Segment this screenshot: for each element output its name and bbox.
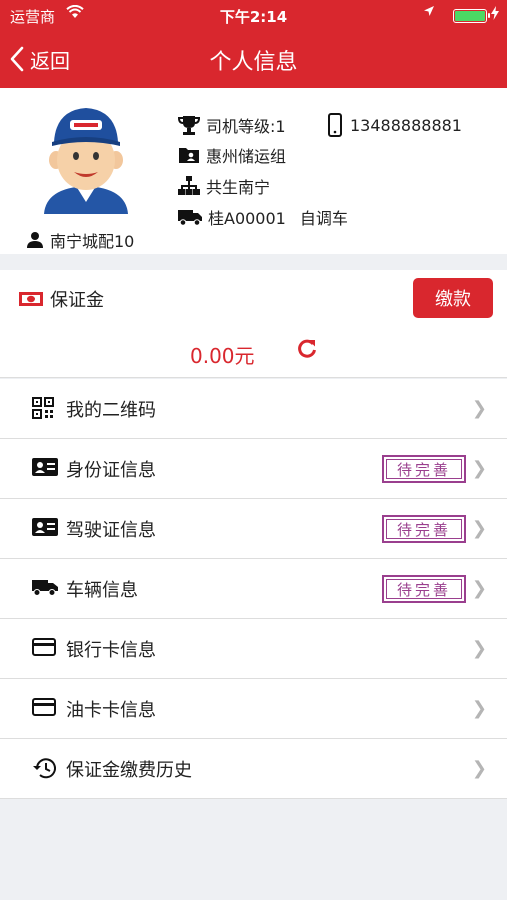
license-icon xyxy=(32,517,58,541)
money-icon xyxy=(19,292,43,306)
status-bar: 运营商 下午2:14 xyxy=(0,0,507,30)
deposit-title-label: 保证金 xyxy=(50,290,104,311)
menu-item-label: 银行卡信息 xyxy=(66,639,156,661)
chevron-right-icon: ❯ xyxy=(471,458,487,479)
phone-number-label: 13488888881 xyxy=(350,115,462,135)
menu-item-label: 车辆信息 xyxy=(66,579,138,601)
deposit-amount: 0.00元 xyxy=(190,344,255,368)
chevron-right-icon: ❯ xyxy=(471,518,487,539)
group-name: 惠州储运组 xyxy=(178,143,286,167)
profile-card: 南宁城配10 司机等级:1 13488888881 惠州储运组 共生南宁 桂A0… xyxy=(0,88,507,254)
truck-icon xyxy=(178,210,202,226)
menu-item-driver-license[interactable]: 驾驶证信息 待完善 ❯ xyxy=(0,499,507,559)
status-badge: 待完善 xyxy=(382,455,466,483)
chevron-right-icon: ❯ xyxy=(471,638,487,659)
location-arrow-icon xyxy=(423,5,435,21)
menu-list: 我的二维码 ❯ 身份证信息 待完善 ❯ 驾驶证信息 待完善 ❯ 车辆信息 待完善… xyxy=(0,379,507,799)
pay-button[interactable]: 缴款 xyxy=(413,278,493,318)
qrcode-icon xyxy=(32,397,56,421)
plate-label: 桂A00001 xyxy=(208,209,286,228)
chevron-right-icon: ❯ xyxy=(471,578,487,599)
status-badge: 待完善 xyxy=(382,575,466,603)
chevron-right-icon: ❯ xyxy=(471,758,487,779)
top-bar: 运营商 下午2:14 返回 个人信息 xyxy=(0,0,507,88)
battery-icon xyxy=(453,9,490,23)
battery-fill xyxy=(455,11,485,21)
history-icon xyxy=(32,757,56,781)
driver-name-label: 南宁城配10 xyxy=(50,232,135,251)
chevron-right-icon: ❯ xyxy=(471,698,487,719)
charging-icon xyxy=(491,6,499,24)
driver-level-label: 司机等级:1 xyxy=(206,117,286,136)
driver-avatar xyxy=(36,102,136,214)
vehicle-plate: 桂A00001 自调车 xyxy=(178,205,348,229)
menu-item-label: 保证金缴费历史 xyxy=(66,759,192,781)
menu-item-bank-card[interactable]: 银行卡信息 ❯ xyxy=(0,619,507,679)
menu-item-label: 油卡卡信息 xyxy=(66,699,156,721)
deposit-title: 保证金 xyxy=(18,286,104,312)
menu-item-qrcode[interactable]: 我的二维码 ❯ xyxy=(0,379,507,439)
deposit-section: 保证金 缴款 0.00元 xyxy=(0,270,507,378)
status-badge: 待完善 xyxy=(382,515,466,543)
page-title: 个人信息 xyxy=(209,50,298,75)
menu-item-deposit-history[interactable]: 保证金缴费历史 ❯ xyxy=(0,739,507,799)
phone-number: 13488888881 xyxy=(328,113,462,137)
menu-item-label: 驾驶证信息 xyxy=(66,519,156,541)
id-card-icon xyxy=(32,457,58,481)
organization-label: 共生南宁 xyxy=(206,178,271,197)
group-name-label: 惠州储运组 xyxy=(206,147,287,166)
driver-name: 南宁城配10 xyxy=(26,228,134,252)
menu-item-fuel-card[interactable]: 油卡卡信息 ❯ xyxy=(0,679,507,739)
menu-item-label: 身份证信息 xyxy=(66,459,156,481)
refresh-icon[interactable] xyxy=(296,338,318,364)
nav-bar: 返回 个人信息 xyxy=(0,30,507,88)
organization: 共生南宁 xyxy=(178,174,270,198)
org-chart-icon xyxy=(178,176,200,195)
phone-icon xyxy=(328,113,342,137)
bank-card-icon xyxy=(32,637,56,661)
driver-level: 司机等级:1 xyxy=(178,113,286,137)
menu-item-vehicle[interactable]: 车辆信息 待完善 ❯ xyxy=(0,559,507,619)
truck-icon xyxy=(32,577,58,601)
trophy-icon xyxy=(178,116,200,135)
user-icon xyxy=(27,232,43,248)
menu-item-id-card[interactable]: 身份证信息 待完善 ❯ xyxy=(0,439,507,499)
menu-item-label: 我的二维码 xyxy=(66,399,156,421)
folder-user-icon xyxy=(179,148,199,163)
fuel-card-icon xyxy=(32,697,56,721)
chevron-right-icon: ❯ xyxy=(471,398,487,419)
vehicle-type-label: 自调车 xyxy=(299,209,348,228)
